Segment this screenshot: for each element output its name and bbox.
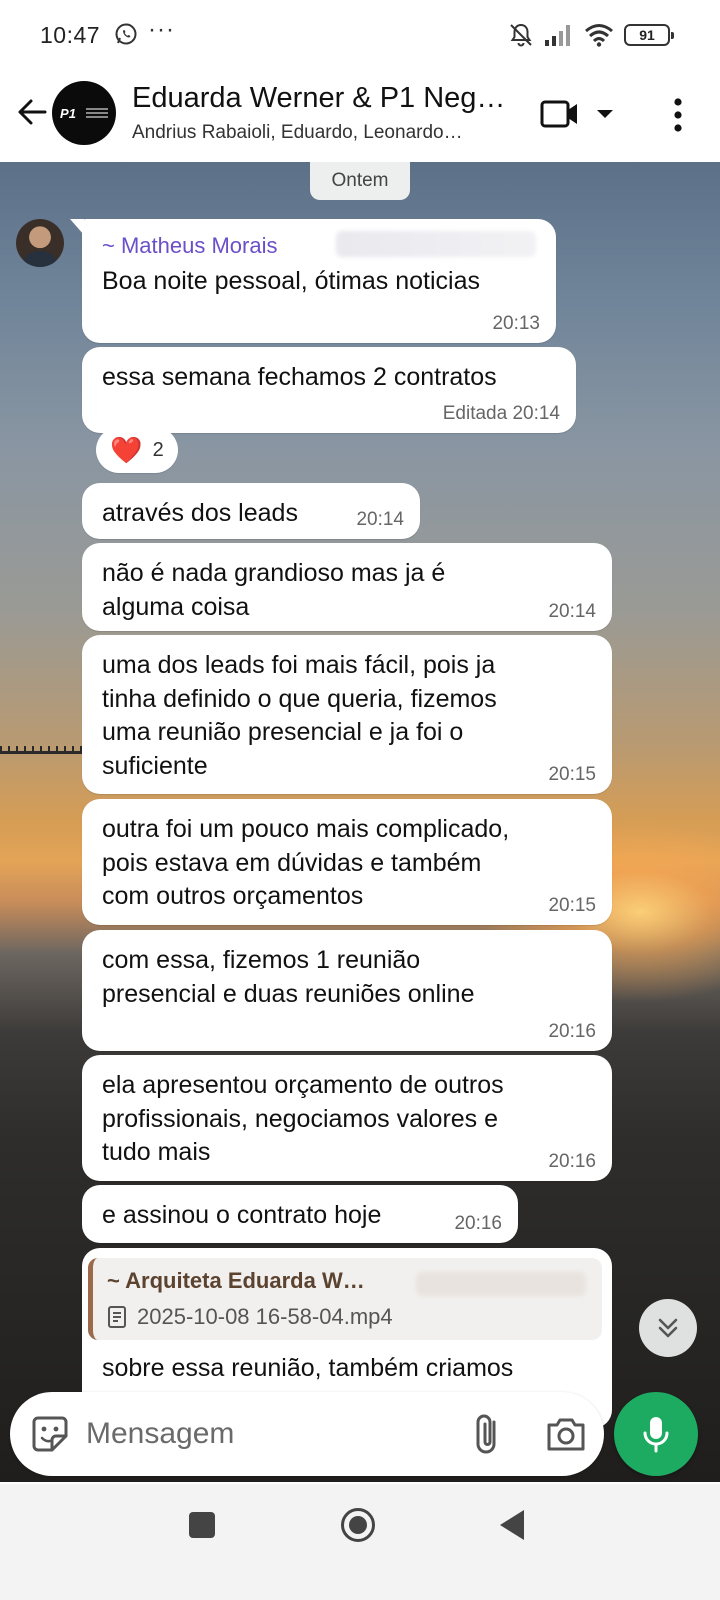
message-time: 20:16 (548, 1151, 596, 1172)
message-time: 20:15 (548, 764, 596, 785)
quote-file: 2025-10-08 16-58-04.mp4 (107, 1304, 588, 1330)
wallpaper-pier (0, 740, 90, 754)
reaction-badge[interactable]: ❤️ 2 (96, 427, 178, 473)
message-text: essa semana fechamos 2 contratos (102, 363, 497, 391)
video-camera-icon (540, 100, 577, 128)
message-time: 20:13 (492, 313, 540, 334)
message-bubble[interactable]: essa semana fechamos 2 contratos Editada… (82, 347, 576, 433)
system-nav-bar (0, 1484, 720, 1600)
chat-header: P1 Eduarda Werner & P1 Neg… Andrius Raba… (0, 70, 720, 162)
back-button[interactable] (10, 90, 54, 134)
message-input[interactable] (86, 1410, 426, 1458)
quote-file-name: 2025-10-08 16-58-04.mp4 (137, 1304, 393, 1329)
chat-area[interactable]: Ontem ~ Matheus Morais Boa noite pessoal… (0, 162, 720, 1482)
reaction-count: 2 (152, 438, 164, 461)
arrow-left-icon (18, 99, 47, 125)
message-text: Boa noite pessoal, ótimas noticias (102, 267, 480, 295)
more-dots-icon: ··· (148, 16, 175, 43)
sender-phone-redacted (336, 231, 536, 257)
camera-icon[interactable] (544, 1412, 588, 1456)
scroll-to-bottom-button[interactable] (639, 1299, 697, 1357)
message-bubble[interactable]: não é nada grandioso mas ja é alguma coi… (82, 543, 612, 631)
message-bubble[interactable]: com essa, fizemos 1 reunião presencial e… (82, 930, 612, 1051)
menu-button[interactable] (656, 92, 700, 138)
message-text: outra foi um pouco mais complicado, pois… (102, 815, 510, 910)
home-icon[interactable] (341, 1508, 375, 1542)
group-members[interactable]: Andrius Rabaioli, Eduardo, Leonardo… (132, 122, 512, 144)
battery-icon: 91 (624, 24, 674, 46)
message-text: uma dos leads foi mais fácil, pois ja ti… (102, 651, 497, 780)
heart-icon: ❤️ (110, 434, 143, 465)
avatar-logo: P1 (60, 105, 76, 121)
message-text: ela apresentou orçamento de outros profi… (102, 1071, 504, 1166)
message-composer (10, 1392, 604, 1476)
whatsapp-icon (115, 23, 137, 45)
status-icons: 91 (508, 22, 674, 48)
video-call-button[interactable] (540, 94, 620, 134)
signal-icon (545, 25, 570, 46)
microphone-icon (643, 1417, 669, 1453)
message-bubble[interactable]: ela apresentou orçamento de outros profi… (82, 1055, 612, 1181)
message-bubble[interactable]: uma dos leads foi mais fácil, pois ja ti… (82, 635, 612, 794)
sender-avatar[interactable] (16, 219, 64, 267)
message-time: 20:16 (548, 1021, 596, 1042)
status-time: 10:47 (40, 22, 101, 48)
message-time: 20:16 (454, 1213, 502, 1234)
recent-apps-icon[interactable] (189, 1512, 215, 1538)
battery-level: 91 (639, 27, 655, 43)
double-chevron-down-icon (658, 1318, 678, 1338)
paperclip-icon[interactable] (468, 1412, 508, 1456)
message-bubble[interactable]: outra foi um pouco mais complicado, pois… (82, 799, 612, 925)
back-triangle-icon[interactable] (500, 1510, 524, 1540)
message-bubble[interactable]: e assinou o contrato hoje 20:16 (82, 1185, 518, 1243)
message-text: com essa, fizemos 1 reunião presencial e… (102, 946, 475, 1008)
message-text: e assinou o contrato hoje (102, 1201, 382, 1229)
status-bar: 10:47 ··· 91 (0, 0, 720, 70)
quote-phone-redacted (416, 1272, 586, 1296)
bell-off-icon (510, 23, 532, 47)
group-title[interactable]: Eduarda Werner & P1 Neg… (132, 82, 512, 115)
sticker-icon[interactable] (30, 1414, 70, 1454)
date-divider: Ontem (310, 162, 410, 200)
message-bubble[interactable]: ~ Matheus Morais Boa noite pessoal, ótim… (70, 219, 556, 343)
more-vertical-icon (674, 98, 682, 132)
message-text: sobre essa reunião, também criamos (102, 1354, 514, 1382)
message-time: Editada 20:14 (442, 403, 560, 424)
microphone-button[interactable] (614, 1392, 698, 1476)
avatar-logo-lines (85, 108, 108, 118)
chevron-down-icon (597, 110, 613, 118)
document-icon (108, 1306, 126, 1328)
message-text: não é nada grandioso mas ja é alguma coi… (102, 559, 446, 621)
group-avatar[interactable]: P1 (52, 81, 116, 145)
message-bubble[interactable]: através dos leads 20:14 (82, 483, 420, 539)
message-time: 20:15 (548, 895, 596, 916)
wifi-icon (585, 24, 613, 47)
quoted-message[interactable]: ~ Arquiteta Eduarda W… 2025-10-08 16-58-… (88, 1258, 602, 1340)
message-time: 20:14 (548, 601, 596, 622)
message-time: 20:14 (356, 509, 404, 530)
